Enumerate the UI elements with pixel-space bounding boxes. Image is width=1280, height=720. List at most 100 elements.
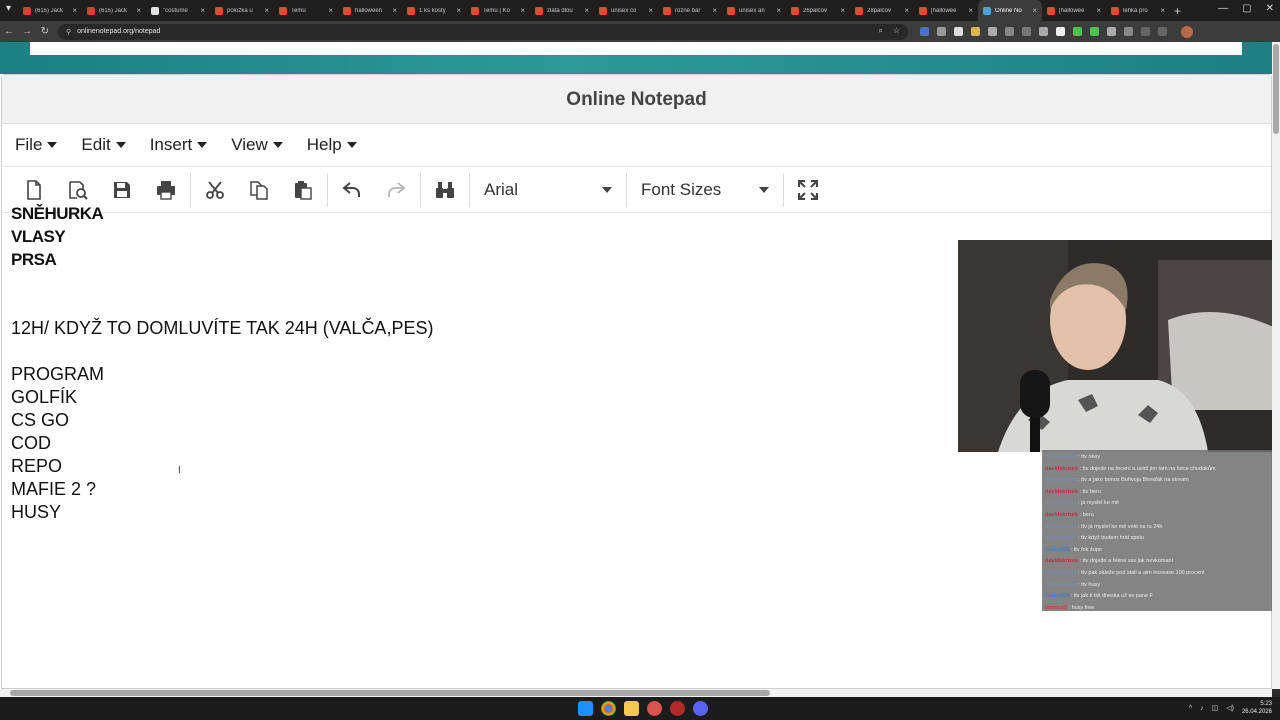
downloads-icon[interactable] — [1158, 27, 1167, 36]
tab-close-icon[interactable]: × — [392, 6, 397, 15]
scrollbar-thumb[interactable] — [1273, 44, 1279, 134]
tab-close-icon[interactable]: × — [712, 6, 717, 15]
tab-close-icon[interactable]: × — [584, 6, 589, 15]
chrome-icon[interactable] — [601, 701, 616, 716]
tab-close-icon[interactable]: × — [840, 6, 845, 15]
menu-view[interactable]: View — [231, 135, 283, 155]
minimize-icon[interactable]: — — [1218, 3, 1228, 14]
extension-icon[interactable] — [1022, 27, 1031, 36]
tab-close-icon[interactable]: × — [200, 6, 205, 15]
browser-tab[interactable]: různé bar × — [658, 0, 722, 21]
tab-favicon-icon — [727, 6, 735, 15]
app-icon[interactable] — [647, 701, 662, 716]
tab-close-icon[interactable]: × — [520, 6, 525, 15]
browser-tab[interactable]: 26palcov × — [786, 0, 850, 21]
extension-icon[interactable] — [937, 27, 946, 36]
tab-close-icon[interactable]: × — [328, 6, 333, 15]
tab-favicon-icon — [1111, 6, 1119, 15]
browser-tab[interactable]: lehká pro × — [1106, 0, 1170, 21]
extension-icon[interactable] — [920, 27, 929, 36]
tray-chevron-icon[interactable]: ^ — [1189, 705, 1192, 712]
mic-icon[interactable]: ♪ — [1200, 705, 1204, 712]
menu-edit[interactable]: Edit — [81, 135, 126, 155]
tab-close-icon[interactable]: × — [1096, 6, 1101, 15]
vertical-scrollbar[interactable] — [1272, 42, 1280, 689]
browser-tab[interactable]: položka u × — [210, 0, 274, 21]
extensions-puzzle-icon[interactable] — [1124, 27, 1133, 36]
text-line: REPO — [11, 456, 63, 476]
tab-favicon-icon — [663, 6, 671, 15]
tab-favicon-icon — [983, 6, 991, 15]
tab-close-icon[interactable]: × — [264, 6, 269, 15]
tab-close-icon[interactable]: × — [72, 6, 77, 15]
extension-icon[interactable] — [1039, 27, 1048, 36]
browser-tab[interactable]: 1 ks kostý × — [402, 0, 466, 21]
browser-tab[interactable]: [hallowee × — [914, 0, 978, 21]
browser-tab[interactable]: "costume × — [146, 0, 210, 21]
maximize-icon[interactable]: ▢ — [1242, 3, 1251, 14]
discord-icon[interactable] — [693, 701, 708, 716]
browser-tab[interactable]: Online No × — [978, 0, 1042, 21]
tab-close-icon[interactable]: × — [904, 6, 909, 15]
app-icon[interactable] — [670, 701, 685, 716]
menu-help[interactable]: Help — [307, 135, 357, 155]
new-tab-icon[interactable]: + — [1174, 4, 1181, 18]
bookmark-star-icon[interactable]: ☆ — [893, 26, 900, 36]
webcam-overlay — [958, 240, 1280, 452]
address-bar[interactable]: ⚲ onlinenotepad.org/notepad ⌕ ☆ — [58, 23, 908, 40]
clock[interactable]: 5:23 26.04.2026 — [1242, 700, 1272, 716]
extension-icon[interactable] — [1005, 27, 1014, 36]
horizontal-scrollbar[interactable] — [0, 689, 1272, 697]
browser-tab[interactable]: [hallowee × — [1042, 0, 1106, 21]
back-icon[interactable]: ← — [0, 26, 18, 37]
extension-icon[interactable] — [971, 27, 980, 36]
text-line: COD — [11, 433, 51, 453]
text-cursor-icon: I — [178, 465, 181, 476]
tab-close-icon[interactable]: × — [1160, 6, 1165, 15]
tab-title: 28palcov — [867, 7, 892, 14]
tab-search-icon[interactable]: ▾ — [6, 3, 11, 14]
browser-tab[interactable]: unisex an × — [722, 0, 786, 21]
menu-file[interactable]: File — [15, 135, 58, 155]
tab-title: různé bar — [675, 7, 701, 14]
browser-tab[interactable]: (615) Jack × — [18, 0, 82, 21]
tab-close-icon[interactable]: × — [776, 6, 781, 15]
extension-icon[interactable] — [1056, 27, 1065, 36]
browser-tab[interactable]: (615) Jack × — [82, 0, 146, 21]
reading-list-icon[interactable] — [1141, 27, 1150, 36]
close-window-icon[interactable]: ✕ — [1266, 3, 1274, 14]
file-explorer-icon[interactable] — [624, 701, 639, 716]
chat-text: ttv okey — [1081, 454, 1101, 460]
volume-icon[interactable]: ◁) — [1226, 704, 1234, 712]
tab-close-icon[interactable]: × — [648, 6, 653, 15]
extension-icon[interactable] — [1073, 27, 1082, 36]
text-line: SNĚHURKA — [11, 204, 104, 223]
extension-icon[interactable] — [988, 27, 997, 36]
tab-close-icon[interactable]: × — [136, 6, 141, 15]
extension-icon[interactable] — [1107, 27, 1116, 36]
profile-avatar[interactable] — [1181, 25, 1193, 38]
extension-icon[interactable] — [954, 27, 963, 36]
browser-tab[interactable]: Temu × — [274, 0, 338, 21]
site-info-icon[interactable]: ⚲ — [66, 28, 71, 36]
windows-start-icon[interactable] — [578, 701, 593, 716]
extension-icon[interactable] — [1090, 27, 1099, 36]
scrollbar-thumb[interactable] — [10, 690, 770, 696]
browser-tab[interactable]: 28palcov × — [850, 0, 914, 21]
browser-tab[interactable]: halloween × — [338, 0, 402, 21]
browser-tab[interactable]: zlatá dlou × — [530, 0, 594, 21]
tab-favicon-icon — [279, 6, 287, 15]
reload-icon[interactable]: ↻ — [36, 26, 54, 37]
tab-close-icon[interactable]: × — [1032, 6, 1037, 15]
menu-insert[interactable]: Insert — [150, 135, 208, 155]
editor-area[interactable]: SNĚHURKA VLASY PRSA 12H/ KDYŽ TO DOMLUVÍ… — [11, 190, 951, 524]
tab-close-icon[interactable]: × — [456, 6, 461, 15]
network-icon[interactable]: ◫ — [1212, 704, 1219, 712]
tab-favicon-icon — [471, 6, 479, 15]
browser-tab[interactable]: unisex co × — [594, 0, 658, 21]
zoom-icon[interactable]: ⌕ — [878, 26, 882, 36]
forward-icon[interactable]: → — [18, 26, 36, 37]
browser-tab[interactable]: Temu | Ko × — [466, 0, 530, 21]
chat-username: davidekrizek — [1045, 558, 1079, 565]
tab-close-icon[interactable]: × — [968, 6, 973, 15]
